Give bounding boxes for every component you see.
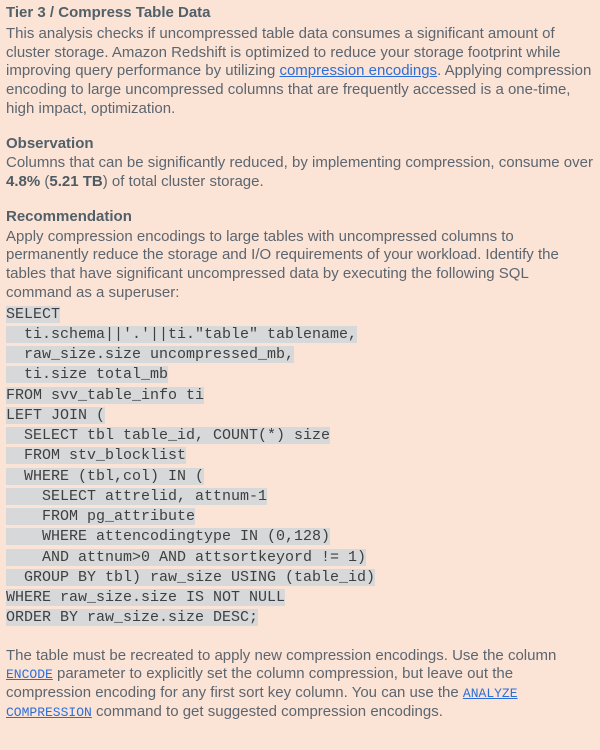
code-line: FROM stv_blocklist bbox=[6, 447, 186, 464]
code-line: GROUP BY tbl) raw_size USING (table_id) bbox=[6, 569, 375, 586]
content-container: Tier 3 / Compress Table Data This analys… bbox=[0, 0, 600, 728]
encode-link[interactable]: ENCODE bbox=[6, 667, 53, 682]
footer-part3: command to get suggested compression enc… bbox=[96, 703, 443, 720]
code-line: SELECT attrelid, attnum-1 bbox=[6, 488, 267, 505]
code-line: LEFT JOIN ( bbox=[6, 407, 105, 424]
footer-part2: parameter to explicitly set the column c… bbox=[6, 665, 513, 701]
obs-size: 5.21 TB bbox=[49, 173, 102, 190]
sql-code-block: SELECT ti.schema||'.'||ti."table" tablen… bbox=[6, 305, 594, 629]
observation-heading: Observation bbox=[6, 135, 594, 154]
code-line: ti.schema||'.'||ti."table" tablename, bbox=[6, 326, 357, 343]
code-line: SELECT bbox=[6, 306, 60, 323]
obs-part1: Columns that can be significantly reduce… bbox=[6, 154, 593, 171]
code-line: SELECT tbl table_id, COUNT(*) size bbox=[6, 427, 330, 444]
code-line: FROM svv_table_info ti bbox=[6, 387, 204, 404]
compression-encodings-link[interactable]: compression encodings bbox=[279, 62, 437, 79]
obs-pct: 4.8% bbox=[6, 173, 40, 190]
tier-title: Tier 3 / Compress Table Data bbox=[6, 4, 594, 23]
obs-sep2: ) bbox=[103, 173, 112, 190]
code-line: ti.size total_mb bbox=[6, 366, 168, 383]
footer-part1: The table must be recreated to apply new… bbox=[6, 647, 556, 664]
code-line: AND attnum>0 AND attsortkeyord != 1) bbox=[6, 549, 366, 566]
recommendation-footer: The table must be recreated to apply new… bbox=[6, 647, 594, 722]
code-line: WHERE raw_size.size IS NOT NULL bbox=[6, 589, 285, 606]
analysis-description: This analysis checks if uncompressed tab… bbox=[6, 25, 594, 119]
observation-body: Columns that can be significantly reduce… bbox=[6, 154, 594, 192]
code-line: WHERE attencodingtype IN (0,128) bbox=[6, 528, 330, 545]
recommendation-intro: Apply compression encodings to large tab… bbox=[6, 228, 594, 303]
code-line: ORDER BY raw_size.size DESC; bbox=[6, 609, 258, 626]
obs-part2: of total cluster storage. bbox=[112, 173, 264, 190]
code-line: raw_size.size uncompressed_mb, bbox=[6, 346, 294, 363]
recommendation-heading: Recommendation bbox=[6, 208, 594, 227]
code-line: FROM pg_attribute bbox=[6, 508, 195, 525]
code-line: WHERE (tbl,col) IN ( bbox=[6, 468, 204, 485]
